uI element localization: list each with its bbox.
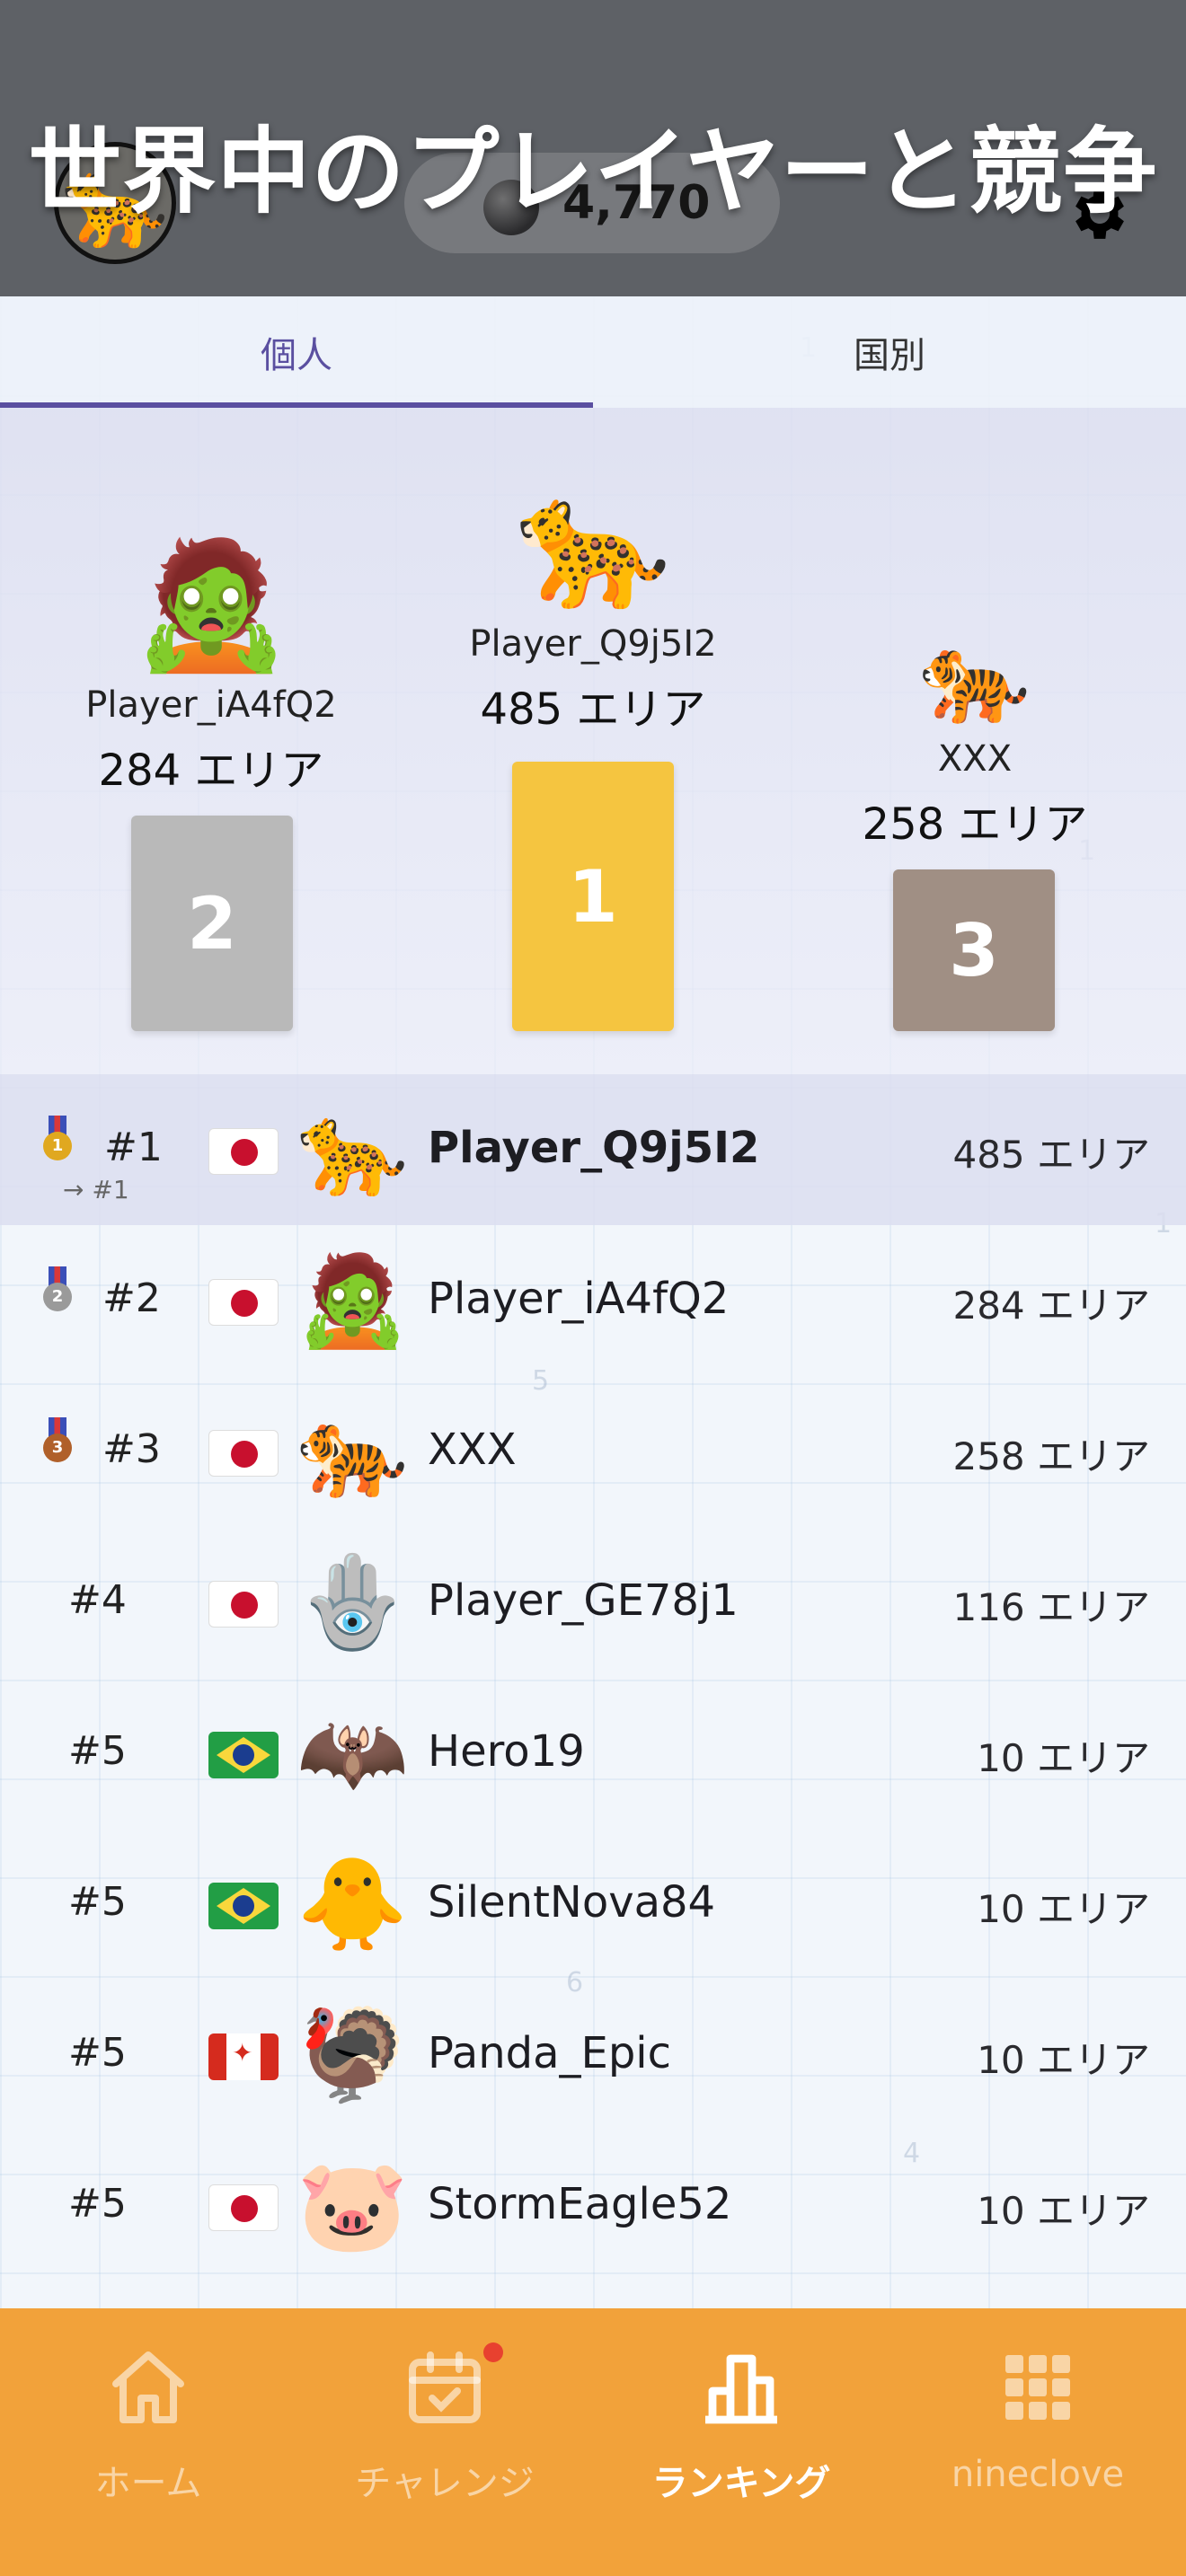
- rank-number: #5: [68, 1879, 127, 1925]
- podium-score: 485 エリア: [480, 684, 706, 735]
- podium-third[interactable]: 🐅 XXX 258 エリア: [777, 632, 1173, 851]
- rank-change: → #1: [63, 1175, 129, 1204]
- player-avatar: 🐆: [296, 1097, 409, 1202]
- player-avatar: 🧟: [296, 1248, 409, 1353]
- player-score: 485 エリア: [952, 1133, 1150, 1177]
- podium-name: XXX: [937, 738, 1013, 780]
- rank-number: #3: [102, 1426, 161, 1472]
- podium-rank: 2: [187, 881, 237, 966]
- player-name: StormEagle52: [428, 2179, 732, 2229]
- player-name: XXX: [428, 1425, 517, 1475]
- podium-name: Player_Q9j5I2: [469, 623, 717, 665]
- player-name: SilentNova84: [428, 1877, 716, 1928]
- nav-label: ランキング: [651, 2463, 831, 2504]
- header-bar: 🐆 4,770 世界中のプレイヤーと競争: [0, 0, 1186, 296]
- podium-first[interactable]: 🐆 Player_Q9j5I2 485 エリア: [395, 481, 791, 737]
- nav-home[interactable]: ホーム: [0, 2308, 296, 2576]
- podium-block-3: 3: [893, 869, 1055, 1031]
- nav-label: nineclove: [951, 2454, 1125, 2495]
- nav-label: ホーム: [94, 2463, 202, 2504]
- player-score: 10 エリア: [977, 1736, 1150, 1780]
- brazil-flag-icon: [208, 1883, 279, 1929]
- player-avatar: 🦃: [296, 2002, 409, 2107]
- japan-flag-icon: [208, 1128, 279, 1175]
- podium-block-1: 1: [512, 762, 674, 1031]
- brazil-flag-icon: [208, 1732, 279, 1778]
- podium-name: Player_iA4fQ2: [85, 684, 337, 726]
- table-row[interactable]: #4 🪬 Player_GE78j1 116 エリア: [0, 1527, 1186, 1678]
- player-avatar: 🐷: [296, 2153, 409, 2258]
- table-row[interactable]: #5 🐷 StormEagle52 10 エリア: [0, 2130, 1186, 2281]
- player-avatar: 🪬: [296, 1549, 409, 1654]
- player-score: 10 エリア: [977, 2038, 1150, 2082]
- player-avatar: 🐥: [296, 1851, 409, 1956]
- podium-avatar: 🐅: [918, 624, 1031, 729]
- bronze-medal-icon: 3: [41, 1417, 74, 1464]
- ranking-list: 1 #1 → #1 🐆 Player_Q9j5I2 485 エリア 2 #2 🧟…: [0, 1074, 1186, 2281]
- tab-individual[interactable]: 個人: [0, 296, 593, 408]
- table-row[interactable]: #5 ✦ 🦃 Panda_Epic 10 エリア: [0, 1980, 1186, 2130]
- player-name: Panda_Epic: [428, 2028, 672, 2078]
- podium-score: 258 エリア: [862, 799, 1088, 850]
- bar-chart-icon: [705, 2354, 777, 2424]
- table-row[interactable]: #5 🐥 SilentNova84 10 エリア: [0, 1829, 1186, 1980]
- gold-medal-icon: 1: [41, 1116, 74, 1162]
- player-avatar: 🐅: [296, 1398, 409, 1504]
- japan-flag-icon: [208, 1279, 279, 1326]
- podium: 🧟 Player_iA4fQ2 284 エリア 2 🐆 Player_Q9j5I…: [0, 408, 1186, 1074]
- player-avatar: 🦇: [296, 1700, 409, 1805]
- nav-ranking[interactable]: ランキング: [593, 2308, 890, 2576]
- silver-medal-icon: 2: [41, 1266, 74, 1313]
- rank-number: #5: [68, 2030, 127, 2076]
- grid-icon: [1005, 2355, 1070, 2420]
- player-name: Player_iA4fQ2: [428, 1274, 730, 1324]
- japan-flag-icon: [208, 1430, 279, 1477]
- nav-label: チャレンジ: [355, 2463, 535, 2504]
- podium-avatar: 🧟: [132, 532, 290, 678]
- podium-avatar: 🐆: [514, 471, 672, 617]
- player-name: Player_GE78j1: [428, 1575, 739, 1626]
- table-row[interactable]: 3 #3 🐅 XXX 258 エリア: [0, 1376, 1186, 1527]
- player-score: 10 エリア: [977, 1887, 1150, 1931]
- nav-nineclove[interactable]: nineclove: [890, 2308, 1186, 2576]
- podium-second[interactable]: 🧟 Player_iA4fQ2 284 エリア: [13, 543, 409, 798]
- japan-flag-icon: [208, 2184, 279, 2231]
- rank-number: #4: [68, 1577, 127, 1623]
- player-score: 258 エリア: [952, 1434, 1150, 1478]
- canada-flag-icon: ✦: [208, 2033, 279, 2080]
- player-score: 10 エリア: [977, 2189, 1150, 2233]
- rank-number: #5: [68, 2181, 127, 2227]
- nav-challenge[interactable]: チャレンジ: [296, 2308, 593, 2576]
- podium-rank: 3: [949, 908, 999, 992]
- rank-number: #5: [68, 1728, 127, 1774]
- player-name: Player_Q9j5I2: [428, 1123, 760, 1173]
- podium-score: 284 エリア: [98, 745, 324, 796]
- table-row[interactable]: #5 🦇 Hero19 10 エリア: [0, 1678, 1186, 1829]
- home-icon: [112, 2351, 184, 2423]
- notification-badge: [483, 2342, 503, 2362]
- ranking-tabs: 個人 国別: [0, 296, 1186, 408]
- podium-block-2: 2: [131, 816, 293, 1031]
- podium-rank: 1: [568, 854, 618, 939]
- player-name: Hero19: [428, 1726, 585, 1777]
- player-score: 116 エリア: [952, 1585, 1150, 1629]
- rank-number: #1: [104, 1125, 163, 1170]
- page-title: 世界中のプレイヤーと競争: [28, 117, 1158, 226]
- tab-country[interactable]: 国別: [593, 296, 1186, 408]
- table-row[interactable]: 1 #1 → #1 🐆 Player_Q9j5I2 485 エリア: [0, 1074, 1186, 1225]
- bottom-nav: ホーム チャレンジ ランキング nineclove: [0, 2308, 1186, 2576]
- rank-number: #2: [102, 1275, 161, 1321]
- tab-label: 個人: [261, 335, 332, 376]
- table-row[interactable]: 2 #2 🧟 Player_iA4fQ2 284 エリア: [0, 1225, 1186, 1376]
- player-score: 284 エリア: [952, 1284, 1150, 1328]
- tab-label: 国別: [854, 335, 925, 376]
- japan-flag-icon: [208, 1581, 279, 1628]
- calendar-check-icon: [409, 2351, 481, 2423]
